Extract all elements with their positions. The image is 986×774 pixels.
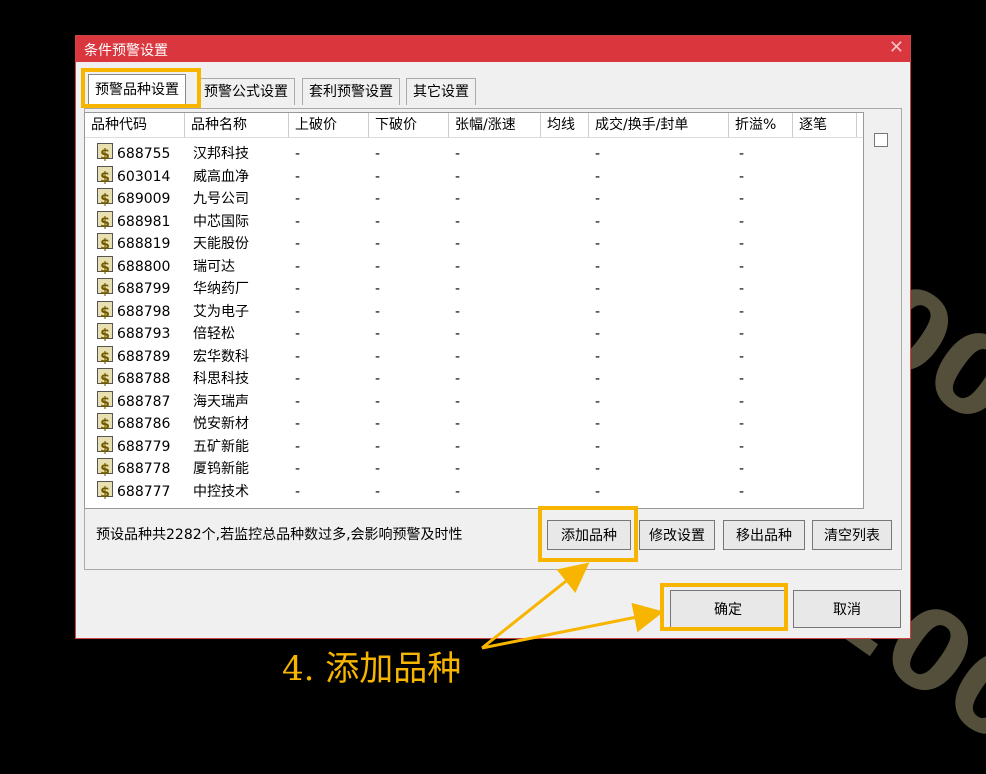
annotation-arrows	[481, 562, 664, 650]
step-annotation: 4. 添加品种	[282, 649, 462, 689]
